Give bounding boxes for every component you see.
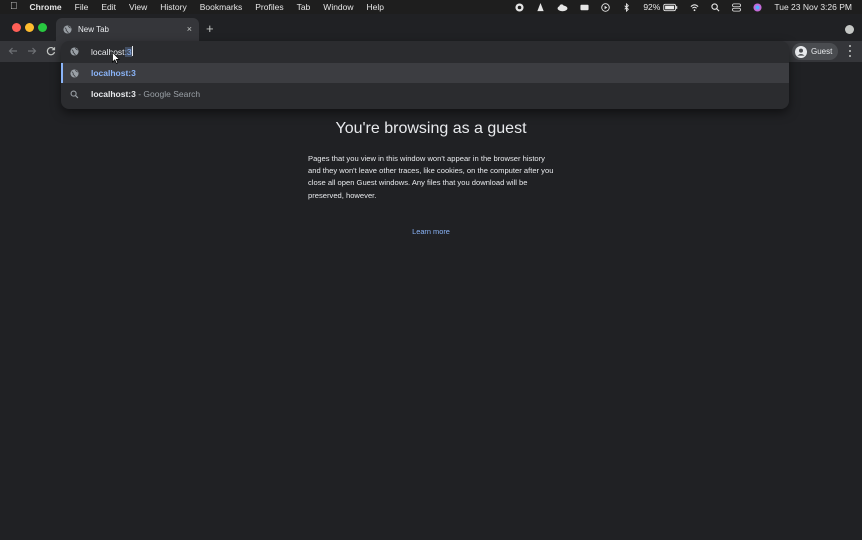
new-tab-button[interactable]: +: [206, 22, 214, 36]
forward-button[interactable]: [26, 45, 38, 57]
page-content: You're browsing as a guest Pages that yo…: [0, 62, 862, 540]
cloud-icon[interactable]: [557, 3, 568, 12]
mouse-cursor-icon: [112, 52, 120, 64]
menu-app-chrome[interactable]: Chrome: [30, 2, 62, 12]
close-window-button[interactable]: [12, 23, 21, 32]
record-icon[interactable]: [515, 2, 524, 12]
cone-icon[interactable]: [536, 2, 545, 12]
close-tab-icon[interactable]: ×: [187, 25, 192, 34]
siri-icon[interactable]: [753, 2, 762, 12]
minimize-window-button[interactable]: [25, 23, 34, 32]
zoom-window-button[interactable]: [38, 23, 47, 32]
clock[interactable]: Tue 23 Nov 3:26 PM: [774, 2, 852, 12]
more-menu-icon[interactable]: [847, 45, 853, 57]
menu-history[interactable]: History: [160, 2, 186, 12]
arrow-left-icon: [8, 47, 17, 55]
battery-icon[interactable]: [663, 3, 678, 12]
reload-icon: [46, 47, 56, 56]
tab-title: New Tab: [78, 25, 109, 34]
menu-file[interactable]: File: [75, 2, 89, 12]
page-title: You're browsing as a guest: [335, 120, 527, 137]
globe-icon: [63, 25, 72, 34]
wifi-icon[interactable]: [690, 3, 699, 12]
reload-button[interactable]: [45, 45, 57, 57]
play-circle-icon[interactable]: [601, 2, 611, 12]
globe-icon: [70, 47, 79, 56]
tab-new-tab[interactable]: New Tab ×: [56, 18, 199, 41]
menu-profiles[interactable]: Profiles: [255, 2, 283, 12]
menu-edit[interactable]: Edit: [101, 2, 116, 12]
guest-description: Pages that you view in this window won't…: [308, 154, 554, 200]
tab-search-icon[interactable]: [845, 25, 854, 34]
profile-label: Guest: [811, 47, 833, 56]
menu-view[interactable]: View: [129, 2, 147, 12]
menu-bar:  Chrome File Edit View History Bookmark…: [0, 0, 862, 14]
spotlight-search-icon[interactable]: [711, 2, 720, 12]
battery-percent: 92%: [643, 2, 661, 12]
control-center-icon[interactable]: [732, 2, 742, 12]
text-caret: [131, 46, 133, 56]
arrow-right-icon: [28, 47, 37, 55]
status-area: 92% Tue 23 Nov 3:26 PM: [503, 0, 862, 14]
omnibox-inline-completion: :3: [124, 47, 132, 57]
menu-tab[interactable]: Tab: [297, 2, 311, 12]
bluetooth-icon[interactable]: [622, 2, 631, 12]
menu-help[interactable]: Help: [367, 2, 384, 12]
menu-window[interactable]: Window: [323, 2, 353, 12]
profile-button[interactable]: Guest: [792, 43, 838, 60]
learn-more-link[interactable]: Learn more: [0, 227, 862, 236]
apple-icon[interactable]: : [10, 0, 18, 14]
back-button[interactable]: [7, 45, 19, 57]
menu-bookmarks[interactable]: Bookmarks: [200, 2, 243, 12]
keyboard-icon[interactable]: [580, 3, 589, 12]
avatar-icon: [795, 45, 807, 58]
omnibox[interactable]: localhost:3: [61, 41, 789, 62]
tab-strip: New Tab × +: [0, 14, 862, 41]
